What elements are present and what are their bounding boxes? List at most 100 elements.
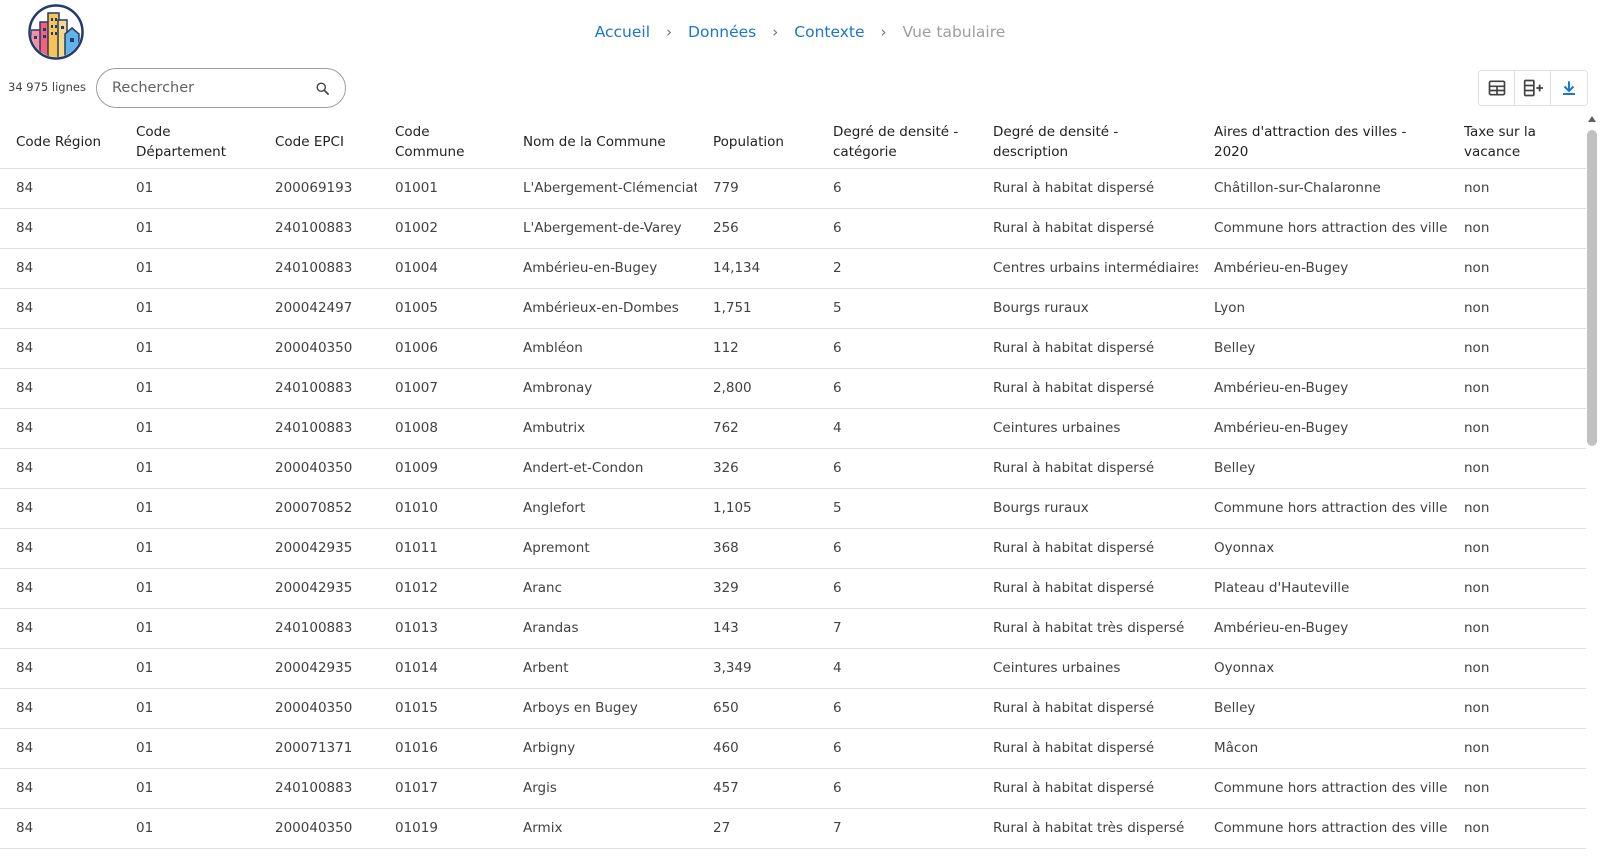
table-cell: Commune hors attraction des villes bbox=[1198, 208, 1448, 249]
table-cell: 240100883 bbox=[259, 608, 379, 649]
table-cell: Ambronay bbox=[507, 368, 697, 409]
table-cell: 762 bbox=[697, 408, 817, 449]
table-cell: 01005 bbox=[379, 288, 507, 329]
table-cell: 143 bbox=[697, 608, 817, 649]
table-cell: 3,349 bbox=[697, 648, 817, 689]
table-row[interactable]: 84 01 200040350 01019 Armix 27 7 Rural à habita… bbox=[0, 808, 1586, 849]
table-cell: non bbox=[1448, 448, 1586, 489]
table-cell: 240100883 bbox=[259, 248, 379, 289]
table-cell: 01 bbox=[120, 608, 259, 649]
column-header[interactable]: Nom de la Commune bbox=[507, 116, 697, 169]
table-cell: Châtillon-sur-Chalaronne bbox=[1198, 168, 1448, 209]
table-cell: Rural à habitat dispersé bbox=[977, 448, 1198, 489]
table-cell: 84 bbox=[0, 448, 120, 489]
column-header[interactable]: Code Région bbox=[0, 116, 120, 169]
table-cell: 200042935 bbox=[259, 648, 379, 689]
table-row[interactable]: 84 01 240100883 01017 Argis 457 6 Rural à habit… bbox=[0, 768, 1586, 809]
table-cell: 84 bbox=[0, 648, 120, 689]
table-row[interactable]: 84 01 200040350 01015 Arboys en Bugey 650 6 Rur… bbox=[0, 688, 1586, 729]
download-icon bbox=[1563, 81, 1575, 95]
table-cell: Andert-et-Condon bbox=[507, 448, 697, 489]
table-cell: 84 bbox=[0, 248, 120, 289]
table-cell: non bbox=[1448, 768, 1586, 809]
column-header[interactable]: Degré de densité - description bbox=[977, 116, 1198, 169]
table-cell: 01004 bbox=[379, 248, 507, 289]
table-cell: Ambérieu-en-Bugey bbox=[1198, 608, 1448, 649]
table-cell: 01 bbox=[120, 248, 259, 289]
breadcrumb-contexte[interactable]: Contexte bbox=[794, 23, 864, 41]
table-cell: 6 bbox=[817, 448, 977, 489]
table-cell: 01013 bbox=[379, 608, 507, 649]
table-cell: Belley bbox=[1198, 448, 1448, 489]
table-cell: 01 bbox=[120, 368, 259, 409]
table-cell: Commune hors attraction des villes bbox=[1198, 808, 1448, 849]
table-cell: Belley bbox=[1198, 328, 1448, 369]
table-row[interactable]: 84 01 200042935 01014 Arbent 3,349 4 Ceintures … bbox=[0, 648, 1586, 689]
table-cell: 1,751 bbox=[697, 288, 817, 329]
view-actions bbox=[1478, 70, 1588, 106]
table-cell: 01 bbox=[120, 448, 259, 489]
table-row[interactable]: 84 01 240100883 01004 Ambérieu-en-Bugey 14,13… bbox=[0, 248, 1586, 289]
table-row[interactable]: 84 01 200042497 01005 Ambérieux-en-Dombes 1,7… bbox=[0, 288, 1586, 329]
column-header[interactable]: Code EPCI bbox=[259, 116, 379, 169]
search-input[interactable] bbox=[112, 80, 313, 96]
table-cell: 01002 bbox=[379, 208, 507, 249]
table-cell: 368 bbox=[697, 528, 817, 569]
column-header[interactable]: Population bbox=[697, 116, 817, 169]
table-cell: Ambérieu-en-Bugey bbox=[1198, 368, 1448, 409]
table-row[interactable]: 84 01 200042935 01012 Aranc 329 6 Rural à habit… bbox=[0, 568, 1586, 609]
table-row[interactable]: 84 01 200071371 01016 Arbigny 460 6 Rural à hab… bbox=[0, 728, 1586, 769]
table-cell: 01 bbox=[120, 328, 259, 369]
table-cell: L'Abergement-Clémenciat bbox=[507, 168, 697, 209]
table-cell: 4 bbox=[817, 408, 977, 449]
vertical-scrollbar[interactable] bbox=[1587, 116, 1597, 857]
table-cell: 01014 bbox=[379, 648, 507, 689]
table-cell: non bbox=[1448, 728, 1586, 769]
table-cell: 457 bbox=[697, 768, 817, 809]
breadcrumb-accueil[interactable]: Accueil bbox=[595, 23, 650, 41]
header-row: Code Région Code Département Code EPCI Code… bbox=[0, 116, 1586, 169]
add-column-button[interactable] bbox=[1515, 71, 1551, 105]
table-row[interactable]: 84 01 200040350 01006 Ambléon 112 6 Rural à hab… bbox=[0, 328, 1586, 369]
table-cell: 01 bbox=[120, 408, 259, 449]
table-cell: 01 bbox=[120, 568, 259, 609]
table-row[interactable]: 84 01 240100883 01007 Ambronay 2,800 6 Rural à … bbox=[0, 368, 1586, 409]
column-header[interactable]: Taxe sur la vacance bbox=[1448, 116, 1586, 169]
table-cell: 84 bbox=[0, 728, 120, 769]
table-cell: 01 bbox=[120, 288, 259, 329]
column-header[interactable]: Code Département bbox=[120, 116, 259, 169]
table-view-button[interactable] bbox=[1479, 71, 1515, 105]
column-header[interactable]: Aires d'attraction des villes - 2020 bbox=[1198, 116, 1448, 169]
table-cell: 01 bbox=[120, 808, 259, 849]
scrollbar-thumb[interactable] bbox=[1587, 130, 1597, 446]
table-cell: Bourgs ruraux bbox=[977, 488, 1198, 529]
table-cell: 84 bbox=[0, 688, 120, 729]
table-cell: non bbox=[1448, 568, 1586, 609]
table-cell: Ceintures urbaines bbox=[977, 648, 1198, 689]
table-row[interactable]: 84 01 240100883 01008 Ambutrix 762 4 Ceintures … bbox=[0, 408, 1586, 449]
table-row[interactable]: 84 01 200070852 01010 Anglefort 1,105 5 Bourgs … bbox=[0, 488, 1586, 529]
download-button[interactable] bbox=[1551, 71, 1587, 105]
table-cell: non bbox=[1448, 688, 1586, 729]
table-row[interactable]: 84 01 200069193 01001 L'Abergement-Clémencia… bbox=[0, 168, 1586, 209]
breadcrumb-separator: › bbox=[772, 23, 779, 41]
table-cell: Anglefort bbox=[507, 488, 697, 529]
table-cell: 6 bbox=[817, 768, 977, 809]
table-cell: Rural à habitat dispersé bbox=[977, 328, 1198, 369]
breadcrumb-donnees[interactable]: Données bbox=[688, 23, 756, 41]
table-row[interactable]: 84 01 200042935 01011 Apremont 368 6 Rural à ha… bbox=[0, 528, 1586, 569]
column-header[interactable]: Code Commune bbox=[379, 116, 507, 169]
column-header[interactable]: Degré de densité - catégorie bbox=[817, 116, 977, 169]
table-cell: Rural à habitat dispersé bbox=[977, 688, 1198, 729]
search-icon[interactable] bbox=[313, 79, 331, 97]
table-row[interactable]: 84 01 200040350 01009 Andert-et-Condon 326 6 Ru… bbox=[0, 448, 1586, 489]
table-cell: 84 bbox=[0, 528, 120, 569]
table-cell: 01010 bbox=[379, 488, 507, 529]
table-row[interactable]: 84 01 240100883 01013 Arandas 143 7 Rural à hab… bbox=[0, 608, 1586, 649]
scroll-up-arrow-icon[interactable] bbox=[1588, 116, 1596, 122]
table-cell: Apremont bbox=[507, 528, 697, 569]
table-row[interactable]: 84 01 240100883 01002 L'Abergement-de-Varey 2… bbox=[0, 208, 1586, 249]
table-cell: Ambérieu-en-Bugey bbox=[1198, 408, 1448, 449]
table-cell: L'Abergement-de-Varey bbox=[507, 208, 697, 249]
table-cell: Rural à habitat dispersé bbox=[977, 208, 1198, 249]
